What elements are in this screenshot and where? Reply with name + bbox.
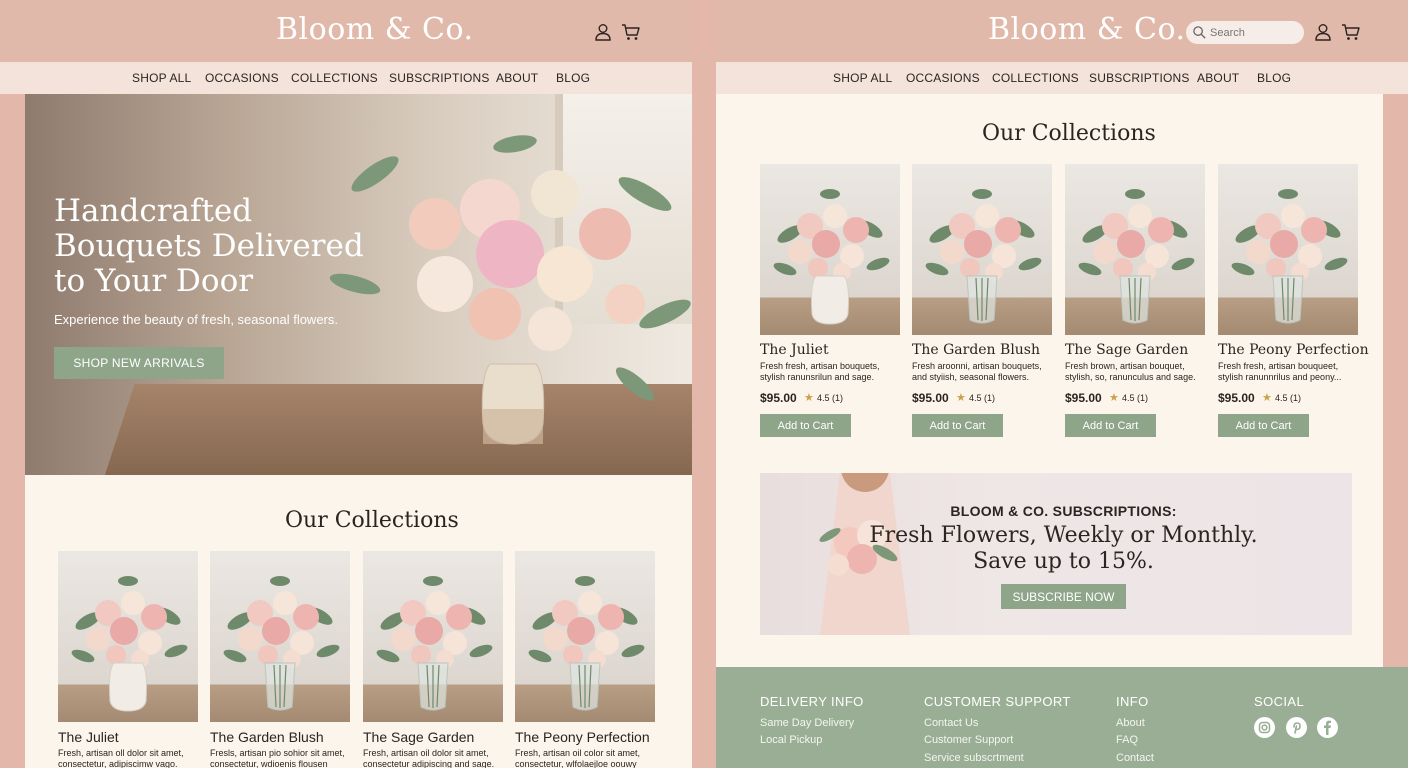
right-page-preview: Bloom & Co. SHOP ALL OCCASIONS COLLECTIO… xyxy=(716,0,1408,768)
product-price: $95.00 xyxy=(912,391,949,405)
product-price: $95.00 xyxy=(1218,391,1255,405)
footer-link-contact-us[interactable]: Contact Us xyxy=(924,717,978,729)
nav-collections[interactable]: COLLECTIONS xyxy=(291,71,378,85)
search-box[interactable] xyxy=(1186,21,1304,44)
subscription-banner: BLOOM & CO. SUBSCRIPTIONS: Fresh Flowers… xyxy=(760,473,1352,635)
product-description: Fresls, artisan pio sohior sit amet, con… xyxy=(210,748,345,768)
collections-section: Our Collections The Juliet Fresh fresh, … xyxy=(716,94,1383,667)
main-nav: SHOP ALL OCCASIONS COLLECTIONS SUBSCRIPT… xyxy=(0,62,692,94)
pinterest-icon[interactable] xyxy=(1286,717,1307,738)
user-icon[interactable] xyxy=(593,22,613,42)
footer-link-customer-support[interactable]: Customer Support xyxy=(924,734,1013,746)
add-to-cart-button[interactable]: Add to Cart xyxy=(1065,414,1156,437)
collections-section: Our Collections The Juliet Fresh, artisa… xyxy=(25,475,692,768)
collections-title: Our Collections xyxy=(285,508,459,533)
product-description: Fresh brown, artisan bouquet, stylish, s… xyxy=(1065,361,1196,382)
hero-title: Handcrafted Bouquets Delivered to Your D… xyxy=(54,193,364,299)
product-price: $95.00 xyxy=(760,391,797,405)
nav-blog[interactable]: BLOG xyxy=(556,71,590,85)
user-icon[interactable] xyxy=(1313,22,1333,42)
product-description: Fresh, artisan oll dolor sit amet, conse… xyxy=(58,748,184,768)
subscription-kicker: BLOOM & CO. SUBSCRIPTIONS: xyxy=(950,503,1177,519)
collections-title: Our Collections xyxy=(982,121,1156,146)
nav-subscriptions[interactable]: SUBSCRIPTIONS xyxy=(1089,71,1190,85)
subscription-headline: Fresh Flowers, Weekly or Monthly. xyxy=(869,523,1258,548)
cart-icon[interactable] xyxy=(1341,22,1361,42)
nav-about[interactable]: ABOUT xyxy=(1197,71,1239,85)
footer-link-same-day[interactable]: Same Day Delivery xyxy=(760,717,854,729)
subscription-offer: Save up to 15%. xyxy=(973,549,1154,574)
nav-shop-all[interactable]: SHOP ALL xyxy=(132,71,191,85)
nav-blog[interactable]: BLOG xyxy=(1257,71,1291,85)
product-image[interactable] xyxy=(210,551,350,722)
product-description: Fresh fresh, artisan bouquets, stylish r… xyxy=(760,361,880,382)
product-image[interactable] xyxy=(363,551,503,722)
product-description: Fresh, artisan oil color sit amet, conse… xyxy=(515,748,641,768)
footer-support-title: CUSTOMER SUPPORT xyxy=(924,694,1071,709)
instagram-icon[interactable] xyxy=(1254,717,1275,738)
add-to-cart-button[interactable]: Add to Cart xyxy=(1218,414,1309,437)
hero-banner: Handcrafted Bouquets Delivered to Your D… xyxy=(25,94,692,475)
nav-shop-all[interactable]: SHOP ALL xyxy=(833,71,892,85)
footer-info-title: INFO xyxy=(1116,694,1149,709)
cart-icon[interactable] xyxy=(621,22,641,42)
footer-social-title: SOCIAL xyxy=(1254,694,1305,709)
product-name[interactable]: The Peony Perfection xyxy=(1218,342,1369,358)
shop-new-arrivals-button[interactable]: SHOP NEW ARRIVALS xyxy=(54,347,224,379)
main-nav: SHOP ALL OCCASIONS COLLECTIONS SUBSCRIPT… xyxy=(716,62,1408,94)
footer-link-faq[interactable]: FAQ xyxy=(1116,734,1138,746)
star-icon: ★ xyxy=(804,392,814,404)
product-image[interactable] xyxy=(58,551,198,722)
product-name[interactable]: The Sage Garden xyxy=(1065,342,1188,358)
subscribe-now-button[interactable]: SUBSCRIBE NOW xyxy=(1001,584,1126,609)
product-rating: 4.5 (1) xyxy=(1122,393,1149,403)
footer-link-service[interactable]: Service subscrtment xyxy=(924,752,1024,764)
site-header: Bloom & Co. xyxy=(716,0,1408,62)
nav-about[interactable]: ABOUT xyxy=(496,71,538,85)
product-image[interactable] xyxy=(912,164,1052,335)
nav-occasions[interactable]: OCCASIONS xyxy=(205,71,279,85)
product-name[interactable]: The Garden Blush xyxy=(912,342,1040,358)
left-page-preview: Bloom & Co. SHOP ALL OCCASIONS COLLECTIO… xyxy=(0,0,692,768)
nav-subscriptions[interactable]: SUBSCRIPTIONS xyxy=(389,71,490,85)
footer-delivery-title: DELIVERY INFO xyxy=(760,694,864,709)
product-description: Fresh aroonni, artisan bouquets, and sty… xyxy=(912,361,1042,382)
footer-link-contact[interactable]: Contact xyxy=(1116,752,1154,764)
hero-subtitle: Experience the beauty of fresh, seasonal… xyxy=(54,312,338,327)
star-icon: ★ xyxy=(1262,392,1272,404)
product-name[interactable]: The Garden Blush xyxy=(210,729,324,745)
product-rating: 4.5 (1) xyxy=(1275,393,1302,403)
facebook-icon[interactable] xyxy=(1317,717,1338,738)
product-price: $95.00 xyxy=(1065,391,1102,405)
search-input[interactable] xyxy=(1210,24,1298,41)
product-image[interactable] xyxy=(1065,164,1205,335)
product-image[interactable] xyxy=(515,551,655,722)
nav-occasions[interactable]: OCCASIONS xyxy=(906,71,980,85)
product-name[interactable]: The Sage Garden xyxy=(363,729,474,745)
search-icon xyxy=(1192,25,1207,40)
product-description: Fresh fresh, artisan bouqueet, stylish r… xyxy=(1218,361,1342,382)
add-to-cart-button[interactable]: Add to Cart xyxy=(760,414,851,437)
product-name[interactable]: The Peony Perfection xyxy=(515,729,650,745)
product-rating: 4.5 (1) xyxy=(817,393,844,403)
product-image[interactable] xyxy=(760,164,900,335)
site-header: Bloom & Co. xyxy=(0,0,692,62)
product-name[interactable]: The Juliet xyxy=(58,729,119,745)
star-icon: ★ xyxy=(1109,392,1119,404)
add-to-cart-button[interactable]: Add to Cart xyxy=(912,414,1003,437)
footer-link-local-pickup[interactable]: Local Pickup xyxy=(760,734,822,746)
product-description: Fresh, artisan oil dolor sit amet, conse… xyxy=(363,748,495,768)
footer-link-about[interactable]: About xyxy=(1116,717,1145,729)
star-icon: ★ xyxy=(956,392,966,404)
product-image[interactable] xyxy=(1218,164,1358,335)
brand-logo[interactable]: Bloom & Co. xyxy=(276,12,474,47)
product-rating: 4.5 (1) xyxy=(969,393,996,403)
nav-collections[interactable]: COLLECTIONS xyxy=(992,71,1079,85)
product-name[interactable]: The Juliet xyxy=(760,342,829,358)
brand-logo[interactable]: Bloom & Co. xyxy=(988,12,1186,47)
site-footer: DELIVERY INFO Same Day Delivery Local Pi… xyxy=(716,667,1408,768)
